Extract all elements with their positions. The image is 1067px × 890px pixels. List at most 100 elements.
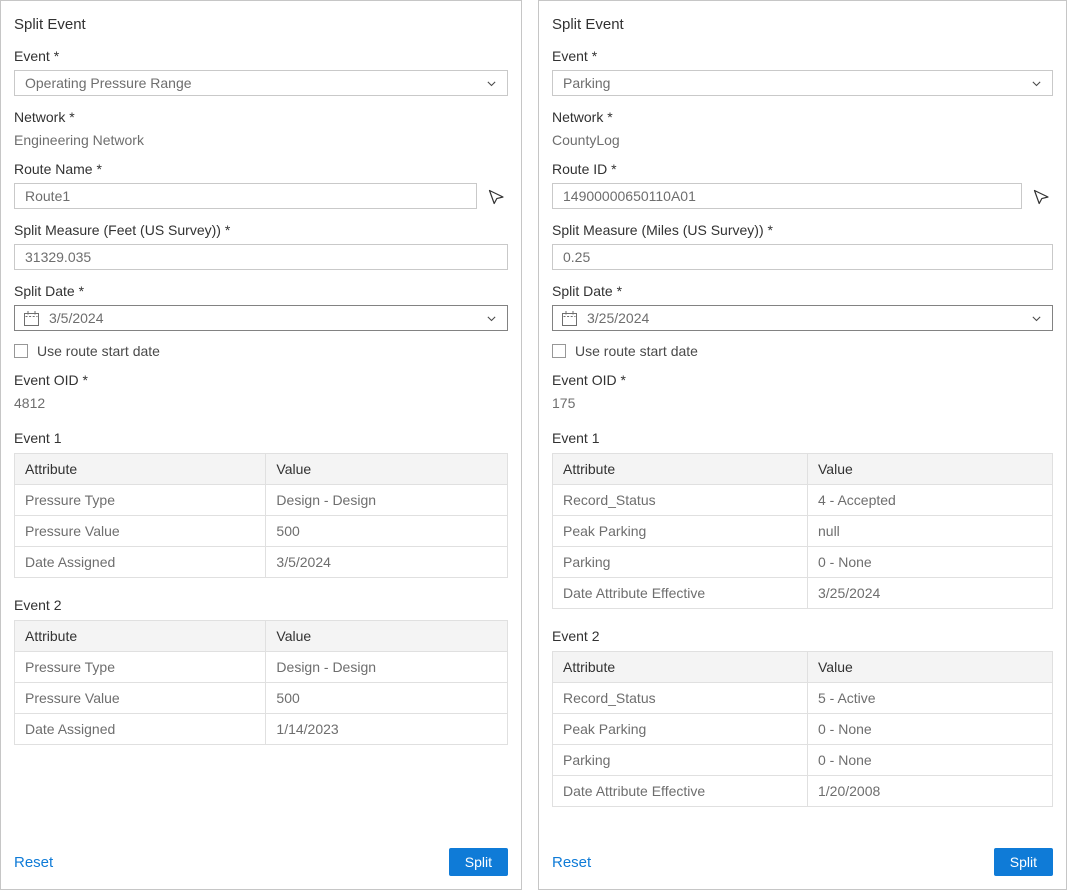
- split-date-value: 3/5/2024: [49, 310, 485, 326]
- reset-link[interactable]: Reset: [552, 854, 591, 871]
- table-cell-value: 3/5/2024: [266, 547, 508, 578]
- table-row: Record_Status 4 - Accepted: [553, 485, 1053, 516]
- table-row: Date Assigned 3/5/2024: [15, 547, 508, 578]
- table-row: Pressure Type Design - Design: [15, 652, 508, 683]
- event-oid-value: 4812: [14, 395, 508, 411]
- table-cell-value: 3/25/2024: [808, 578, 1053, 609]
- table-cell-attribute: Pressure Value: [15, 683, 266, 714]
- value-header: Value: [266, 454, 508, 485]
- value-header: Value: [808, 454, 1053, 485]
- split-measure-input[interactable]: [14, 244, 508, 270]
- event-1-section-title: Event 1: [552, 430, 1053, 446]
- table-row: Pressure Value 500: [15, 516, 508, 547]
- value-header: Value: [266, 621, 508, 652]
- table-cell-attribute: Date Attribute Effective: [553, 776, 808, 807]
- route-row: [552, 183, 1053, 209]
- chevron-down-icon: [485, 77, 498, 90]
- table-cell-value: Design - Design: [266, 485, 508, 516]
- split-event-panel-left: Split Event Event * Operating Pressure R…: [0, 0, 522, 890]
- split-button[interactable]: Split: [994, 848, 1053, 876]
- event-2-table: Attribute Value Record_Status 5 - Active…: [552, 651, 1053, 807]
- network-value: CountyLog: [552, 132, 1053, 148]
- use-route-start-date-row: Use route start date: [14, 343, 508, 359]
- event-select[interactable]: Parking: [552, 70, 1053, 96]
- event-2-section-title: Event 2: [14, 597, 508, 613]
- table-cell-attribute: Date Attribute Effective: [553, 578, 808, 609]
- chevron-down-icon: [1030, 312, 1043, 325]
- table-cell-attribute: Parking: [553, 547, 808, 578]
- event-2-table: Attribute Value Pressure Type Design - D…: [14, 620, 508, 745]
- use-route-start-date-label: Use route start date: [575, 343, 698, 359]
- split-date-value: 3/25/2024: [587, 310, 1030, 326]
- table-cell-value: 1/14/2023: [266, 714, 508, 745]
- route-label: Route ID *: [552, 161, 1053, 177]
- split-event-panel-right: Split Event Event * Parking Network * Co…: [538, 0, 1067, 890]
- table-row: Date Attribute Effective 3/25/2024: [553, 578, 1053, 609]
- attribute-header: Attribute: [553, 454, 808, 485]
- split-event-widgets: Split Event Event * Operating Pressure R…: [0, 0, 1067, 890]
- event-label: Event *: [14, 48, 508, 64]
- route-name-input[interactable]: [14, 183, 477, 209]
- table-row: Peak Parking null: [553, 516, 1053, 547]
- table-cell-attribute: Date Assigned: [15, 714, 266, 745]
- table-cell-value: 1/20/2008: [808, 776, 1053, 807]
- table-header-row: Attribute Value: [553, 454, 1053, 485]
- split-measure-label: Split Measure (Miles (US Survey)) *: [552, 222, 1053, 238]
- chevron-down-icon: [485, 312, 498, 325]
- event-select-value: Parking: [563, 75, 610, 91]
- event-select[interactable]: Operating Pressure Range: [14, 70, 508, 96]
- cursor-icon: [487, 187, 506, 205]
- table-cell-value: null: [808, 516, 1053, 547]
- route-id-input[interactable]: [552, 183, 1022, 209]
- table-cell-attribute: Peak Parking: [553, 714, 808, 745]
- route-picker-button[interactable]: [1029, 184, 1053, 208]
- value-header: Value: [808, 652, 1053, 683]
- split-date-label: Split Date *: [552, 283, 1053, 299]
- table-cell-value: Design - Design: [266, 652, 508, 683]
- panel-title: Split Event: [14, 16, 508, 33]
- table-cell-value: 0 - None: [808, 714, 1053, 745]
- event-oid-label: Event OID *: [552, 372, 1053, 388]
- table-cell-attribute: Pressure Value: [15, 516, 266, 547]
- reset-link[interactable]: Reset: [14, 854, 53, 871]
- calendar-icon: [561, 310, 578, 327]
- attribute-header: Attribute: [15, 454, 266, 485]
- route-row: [14, 183, 508, 209]
- network-value: Engineering Network: [14, 132, 508, 148]
- table-header-row: Attribute Value: [15, 454, 508, 485]
- event-oid-label: Event OID *: [14, 372, 508, 388]
- table-row: Pressure Type Design - Design: [15, 485, 508, 516]
- use-route-start-date-checkbox[interactable]: [14, 344, 28, 358]
- table-header-row: Attribute Value: [553, 652, 1053, 683]
- event-1-table: Attribute Value Record_Status 4 - Accept…: [552, 453, 1053, 609]
- cursor-icon: [1032, 187, 1051, 205]
- split-button[interactable]: Split: [449, 848, 508, 876]
- split-date-picker[interactable]: 3/25/2024: [552, 305, 1053, 331]
- event-2-section-title: Event 2: [552, 628, 1053, 644]
- table-cell-value: 0 - None: [808, 745, 1053, 776]
- table-row: Pressure Value 500: [15, 683, 508, 714]
- event-1-table: Attribute Value Pressure Type Design - D…: [14, 453, 508, 578]
- network-label: Network *: [14, 109, 508, 125]
- split-measure-input[interactable]: [552, 244, 1053, 270]
- event-oid-value: 175: [552, 395, 1053, 411]
- table-cell-attribute: Pressure Type: [15, 652, 266, 683]
- route-picker-button[interactable]: [484, 184, 508, 208]
- split-date-picker[interactable]: 3/5/2024: [14, 305, 508, 331]
- split-date-label: Split Date *: [14, 283, 508, 299]
- table-cell-value: 500: [266, 516, 508, 547]
- route-label: Route Name *: [14, 161, 508, 177]
- use-route-start-date-checkbox[interactable]: [552, 344, 566, 358]
- attribute-header: Attribute: [553, 652, 808, 683]
- table-cell-value: 4 - Accepted: [808, 485, 1053, 516]
- table-cell-attribute: Record_Status: [553, 485, 808, 516]
- event-label: Event *: [552, 48, 1053, 64]
- calendar-icon: [23, 310, 40, 327]
- table-cell-value: 500: [266, 683, 508, 714]
- use-route-start-date-row: Use route start date: [552, 343, 1053, 359]
- table-header-row: Attribute Value: [15, 621, 508, 652]
- table-cell-attribute: Record_Status: [553, 683, 808, 714]
- panel-footer: Reset Split: [552, 848, 1053, 876]
- table-row: Record_Status 5 - Active: [553, 683, 1053, 714]
- panel-footer: Reset Split: [14, 848, 508, 876]
